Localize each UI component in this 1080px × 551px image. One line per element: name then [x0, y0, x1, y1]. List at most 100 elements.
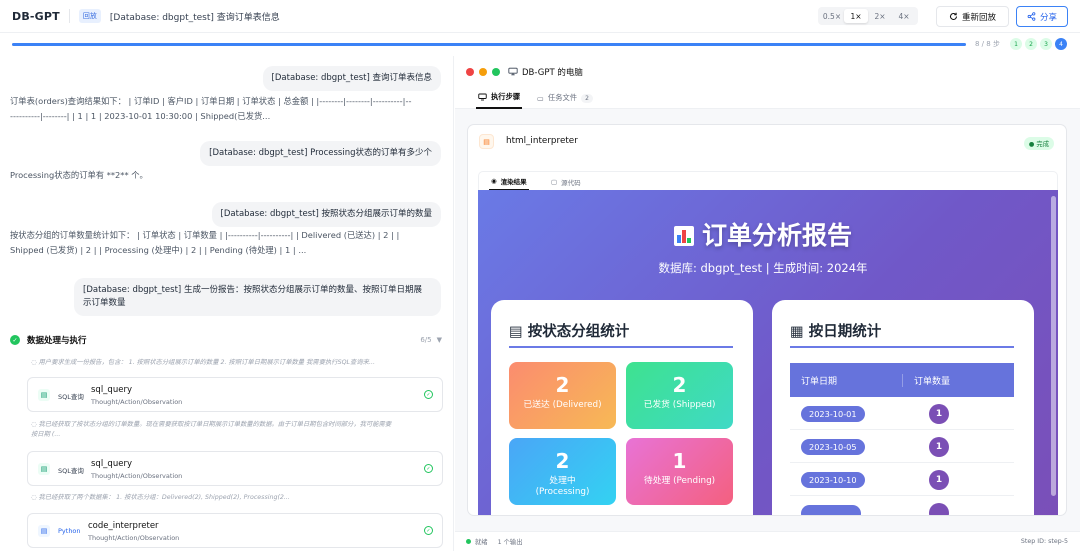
order-count: 1	[929, 404, 949, 424]
report-subtitle: 数据库: dbgpt_test | 生成时间: 2024年	[658, 261, 868, 275]
stat-card-shipped: 2 已发货 (Shipped)	[626, 362, 733, 429]
speed-selector: 0.5× 1× 2× 4×	[818, 7, 918, 25]
eye-icon: ◉	[491, 176, 497, 185]
step-counter: 8 / 8 步	[975, 40, 1000, 48]
tool-call-card[interactable]: ▤ Python code_interpreter Thought/Action…	[27, 513, 443, 548]
share-button[interactable]: 分享	[1016, 6, 1068, 27]
code-icon: ▢	[551, 177, 558, 186]
speed-1x[interactable]: 1×	[844, 9, 868, 23]
message-line: [Database: dbgpt_test] 生成一份报告：按照状态分组展示订单…	[83, 285, 422, 295]
tool-name: sql_query	[91, 385, 132, 395]
stat-label: 处理中 (Processing)	[535, 476, 590, 498]
tab-label: 任务文件	[547, 93, 578, 102]
table-row: 2023-10-01 1	[790, 397, 1014, 430]
check-circle-icon: ✓	[424, 526, 433, 535]
close-dot-icon	[466, 67, 474, 76]
output-count: 1 个输出	[497, 539, 523, 546]
app-brand: DB-GPT	[12, 9, 60, 23]
tab-source-code[interactable]: ▢ 源代码	[551, 172, 581, 191]
speed-0-5x[interactable]: 0.5×	[820, 9, 844, 23]
thought-line: 用户要求生成一份报告，包含： 1. 按照状态分组展示订单的数量 2. 按照订单日…	[38, 359, 375, 366]
monitor-icon	[508, 67, 518, 76]
report-title: 订单分析报告	[478, 216, 1048, 252]
calendar-icon: ▦	[790, 324, 809, 340]
status-bar: 就绪 1 个输出 Step ID: step-5	[455, 531, 1080, 551]
status-badge-label: 完成	[1036, 141, 1049, 148]
order-count: 1	[929, 470, 949, 490]
refresh-icon	[949, 12, 958, 20]
execution-section-header[interactable]: ✓ 数据处理与执行 6/5 ▼	[10, 334, 442, 346]
step-dot-3[interactable]: 3	[1040, 38, 1052, 50]
step-dot-1[interactable]: 1	[1010, 38, 1022, 50]
order-count	[929, 503, 949, 515]
thought-text: ◌ 用户要求生成一份报告，包含： 1. 按照状态分组展示订单的数量 2. 按照订…	[31, 358, 436, 368]
panel-divider	[790, 346, 1014, 348]
progress-fill	[12, 43, 966, 46]
thought-line: 按日期 (...	[31, 431, 61, 439]
ready-status: 就绪	[475, 539, 488, 546]
replay-badge: 回放	[78, 9, 101, 23]
thought-line: 我已经获取了按状态分组的订单数量。现在需要获取按订单日期展示订单数量的数据。由于…	[38, 421, 392, 428]
user-message: [Database: dbgpt_test] 按照状态分组展示订单的数量	[211, 202, 441, 228]
panel-title-text: 按日期统计	[808, 324, 882, 340]
share-icon	[1027, 12, 1036, 21]
panel-title: ▦ 按日期统计	[790, 320, 881, 341]
tab-label: 渲染结果	[500, 177, 527, 186]
tool-name: sql_query	[91, 459, 132, 469]
step-id: Step ID: step-5	[1020, 538, 1068, 545]
order-date: 2023-10-01	[801, 406, 865, 422]
order-count: 1	[929, 437, 949, 457]
status-badge: ● 完成	[1023, 137, 1054, 150]
tab-label: 执行步骤	[491, 92, 521, 101]
step-dot-4[interactable]: 4	[1055, 38, 1067, 50]
tool-subtitle: Thought/Action/Observation	[88, 534, 180, 542]
chevron-down-icon[interactable]: ▼	[437, 336, 442, 344]
session-title: [Database: dbgpt_test] 查询订单表信息	[109, 12, 280, 23]
replay-button-label: 重新回放	[961, 12, 996, 23]
check-icon: ✓	[10, 335, 20, 345]
tool-name: code_interpreter	[88, 521, 159, 531]
terminal-icon: ▤	[38, 389, 50, 401]
column-header: 订单日期	[801, 376, 838, 387]
rendered-report: 订单分析报告 数据库: dbgpt_test | 生成时间: 2024年 ▤ 按…	[478, 190, 1058, 515]
file-count-badge: 2	[581, 93, 593, 103]
scrollbar[interactable]	[1051, 196, 1056, 496]
clipboard-icon: ▤	[509, 324, 528, 340]
answer-line: 按状态分组的订单数量统计如下： | 订单状态 | 订单数量 | |-------…	[10, 230, 400, 240]
tool-subtitle: Thought/Action/Observation	[91, 472, 183, 480]
section-count: 6/5	[420, 336, 432, 344]
speed-2x[interactable]: 2×	[868, 9, 892, 23]
tool-call-card[interactable]: ▤ SQL查询 sql_query Thought/Action/Observa…	[27, 377, 443, 412]
table-row: 2023-10-05 1	[790, 430, 1014, 463]
tool-call-card[interactable]: ▤ SQL查询 sql_query Thought/Action/Observa…	[27, 451, 443, 486]
code-icon: ▤	[38, 525, 50, 537]
chat-bubble-icon: ◌	[31, 421, 39, 428]
speed-4x[interactable]: 4×	[892, 9, 916, 23]
progress-track[interactable]	[12, 43, 966, 46]
tab-task-files[interactable]: ▭ 任务文件 2	[537, 87, 593, 109]
tab-rendered-result[interactable]: ◉ 渲染结果	[489, 172, 529, 191]
assistant-message: Processing状态的订单有 **2** 个。	[10, 168, 442, 183]
minimize-dot-icon	[479, 67, 487, 76]
date-stats-panel: ▦ 按日期统计 订单日期 订单数量 2023-10-01 1 2023-10-0…	[772, 300, 1034, 515]
thought-text: ◌ 我已经获取了按状态分组的订单数量。现在需要获取按订单日期展示订单数量的数据。…	[31, 420, 436, 441]
panel-title-text: 按状态分组统计	[527, 324, 630, 340]
thought-text: ◌ 我已经获取了两个数据集： 1. 按状态分组：Delivered(2), Sh…	[31, 493, 436, 503]
stat-card-delivered: 2 已送达 (Delivered)	[509, 362, 616, 429]
tab-execution-steps[interactable]: 执行步骤	[476, 87, 523, 109]
user-message: [Database: dbgpt_test] Processing状态的订单有多…	[200, 141, 441, 167]
window-title: DB-GPT 的电脑	[522, 67, 583, 78]
stat-value: 1	[672, 449, 687, 473]
replay-button[interactable]: 重新回放	[936, 6, 1009, 27]
column-header: 订单数量	[902, 373, 1014, 387]
tool-tag: SQL查询	[58, 393, 84, 401]
window-header: DB-GPT 的电脑	[455, 56, 1080, 87]
tab-label: 源代码	[561, 178, 581, 187]
answer-line: Shipped (已发货) | 2 | | Processing (处理中) |…	[10, 244, 307, 255]
status-stats-panel: ▤ 按状态分组统计 2 已送达 (Delivered) 2 已发货 (Shipp…	[491, 300, 753, 515]
step-dot-2[interactable]: 2	[1025, 38, 1037, 50]
divider	[68, 9, 70, 23]
bar-chart-icon	[673, 226, 694, 246]
panel-title: ▤ 按状态分组统计	[509, 320, 629, 341]
panel-divider	[509, 346, 733, 348]
